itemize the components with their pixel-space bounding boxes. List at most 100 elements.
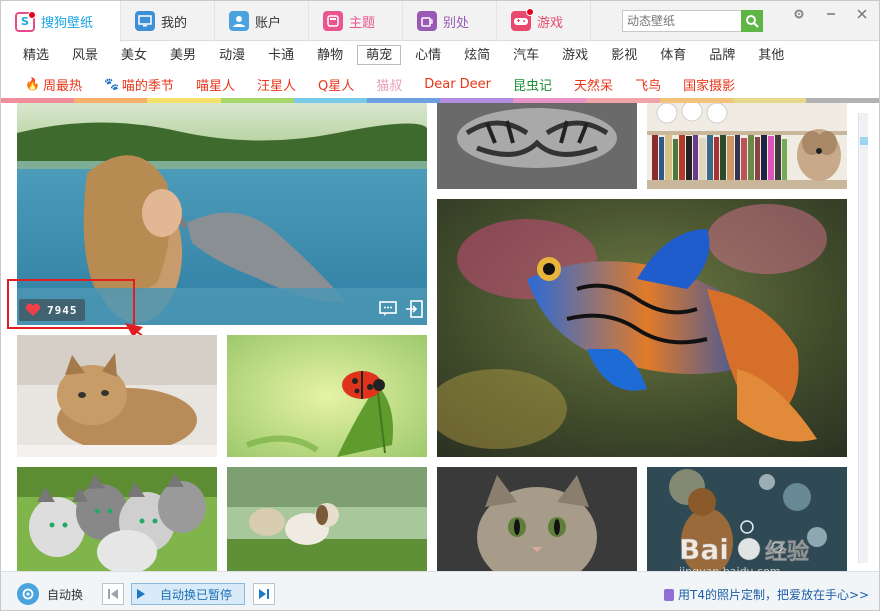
category-item[interactable]: 静物 xyxy=(308,45,352,65)
category-item[interactable]: 美男 xyxy=(161,45,205,65)
theme-icon xyxy=(323,11,343,31)
category-item[interactable]: 炫简 xyxy=(455,45,499,65)
subcategory-item[interactable]: 🔥 周最热 xyxy=(25,75,82,94)
category-item[interactable]: 心情 xyxy=(406,45,450,65)
category-item[interactable]: 其他 xyxy=(749,45,793,65)
wallpaper-ladybug[interactable] xyxy=(227,335,427,457)
subcategory-item[interactable]: 国家摄影 xyxy=(683,75,735,94)
next-button[interactable] xyxy=(253,583,275,605)
tab-label: 我的 xyxy=(161,15,188,31)
tab-sogou-wallpaper[interactable]: S 搜狗壁纸 xyxy=(1,1,121,42)
wallpaper-puppies-grass[interactable] xyxy=(227,467,427,571)
wallpaper-mandarin-fish[interactable] xyxy=(437,199,847,457)
search-icon xyxy=(746,15,759,28)
subcategory-label: 周最热 xyxy=(42,78,82,94)
subcategory-item[interactable]: 飞鸟 xyxy=(635,75,661,94)
category-item[interactable]: 卡通 xyxy=(259,45,303,65)
category-item[interactable]: 品牌 xyxy=(700,45,744,65)
tab-elsewhere[interactable]: 别处 xyxy=(403,1,497,41)
subcategory-label: 喵星人 xyxy=(195,78,235,94)
category-item[interactable]: 体育 xyxy=(651,45,695,65)
monitor-icon xyxy=(135,11,155,31)
subcategory-item[interactable]: 猫叔 xyxy=(376,75,402,94)
shopping-bag-icon xyxy=(664,588,674,601)
category-item[interactable]: 萌宠 xyxy=(357,45,402,65)
subcategory-label: 天然呆 xyxy=(574,78,614,94)
set-wallpaper-icon[interactable] xyxy=(404,299,424,319)
tab-games[interactable]: 游戏 xyxy=(497,1,591,41)
category-item[interactable]: 风景 xyxy=(63,45,107,65)
subcategory-label: 飞鸟 xyxy=(635,78,662,94)
auto-change-status[interactable]: 自动换已暂停 xyxy=(131,583,245,605)
wallpaper-app-window: S 搜狗壁纸 我的 账户 主题 别处 游戏 动态壁纸 精选 风景 美女 美男 动… xyxy=(0,0,880,611)
search-button[interactable] xyxy=(741,10,763,32)
sogou-logo-icon: S xyxy=(15,10,36,32)
subcategory-label: Dear Deer xyxy=(424,76,492,92)
subcategory-item[interactable]: Dear Deer xyxy=(424,77,491,92)
comment-icon[interactable] xyxy=(378,299,398,319)
wallpaper-tabby-kitten[interactable] xyxy=(437,467,637,571)
category-item[interactable]: 动漫 xyxy=(210,45,254,65)
subcategory-label: 猫叔 xyxy=(376,78,403,94)
tab-label: 游戏 xyxy=(537,15,564,31)
tab-label: 搜狗壁纸 xyxy=(41,16,94,31)
tab-label: 别处 xyxy=(443,15,470,31)
tab-theme[interactable]: 主题 xyxy=(309,1,403,41)
status-text: 自动换已暂停 xyxy=(160,587,233,602)
subcategory-item[interactable]: 喵星人 xyxy=(196,75,235,94)
search-box xyxy=(622,10,763,32)
subcategory-label: 国家摄影 xyxy=(683,78,736,94)
category-item[interactable]: 游戏 xyxy=(553,45,597,65)
close-button[interactable] xyxy=(850,3,874,25)
bottom-toolbar: 自动换 自动换已暂停 用T4的照片定制，把爱放在手心>> xyxy=(1,571,879,610)
auto-change-label: 自动换 xyxy=(47,588,84,602)
settings-button[interactable] xyxy=(787,3,811,25)
category-item[interactable]: 精选 xyxy=(14,45,58,65)
wallpaper-kittens-group[interactable] xyxy=(17,467,217,571)
gamepad-icon xyxy=(511,8,534,31)
image-action-icons xyxy=(378,299,424,319)
skip-back-icon xyxy=(108,589,118,599)
subcategory-label: 昆虫记 xyxy=(513,78,553,94)
tab-label: 主题 xyxy=(349,15,376,31)
tab-account[interactable]: 账户 xyxy=(215,1,309,41)
skip-forward-icon xyxy=(259,589,269,599)
subcategory-label: 喵的季节 xyxy=(121,78,174,94)
previous-button[interactable] xyxy=(102,583,124,605)
wallpaper-grid: 7945 xyxy=(1,103,879,571)
refresh-icon xyxy=(22,588,34,600)
paw-icon: 🐾 xyxy=(103,77,119,91)
tab-mine[interactable]: 我的 xyxy=(121,1,215,41)
wallpaper-fluffy-cat[interactable] xyxy=(17,335,217,457)
close-icon xyxy=(857,9,867,19)
subcategory-bar: 🔥 周最热 🐾 喵的季节 喵星人 汪星人 Q星人 猫叔 Dear Deer 昆虫记 天然呆 飞鸟 国家摄… xyxy=(1,70,879,98)
category-item[interactable]: 美女 xyxy=(112,45,156,65)
subcategory-item[interactable]: 🐾 喵的季节 xyxy=(104,75,174,94)
minimize-button[interactable] xyxy=(819,3,843,25)
category-item[interactable]: 影视 xyxy=(602,45,646,65)
subcategory-item[interactable]: Q星人 xyxy=(318,75,354,94)
subcategory-item[interactable]: 天然呆 xyxy=(574,75,613,94)
user-icon xyxy=(229,11,249,31)
wallpaper-dog-bubbles[interactable] xyxy=(647,467,847,571)
scrollbar-thumb[interactable] xyxy=(860,137,868,145)
search-input[interactable] xyxy=(623,11,742,31)
minimize-icon xyxy=(827,13,835,15)
promo-link[interactable]: 用T4的照片定制，把爱放在手心>> xyxy=(664,586,869,603)
wallpaper-tabby-cat-sleeping[interactable] xyxy=(437,103,637,189)
subcategory-item[interactable]: 昆虫记 xyxy=(513,75,552,94)
category-item[interactable]: 汽车 xyxy=(504,45,548,65)
tab-label: 账户 xyxy=(255,15,282,31)
gear-icon xyxy=(794,9,804,19)
promo-text: 用T4的照片定制，把爱放在手心>> xyxy=(678,588,870,602)
vertical-scrollbar[interactable] xyxy=(858,113,868,563)
wallpaper-dog-bookshelf[interactable] xyxy=(647,103,847,189)
category-bar: 精选 风景 美女 美男 动漫 卡通 静物 萌宠 心情 炫简 汽车 游戏 影视 体育 品牌 其他 xyxy=(1,42,879,68)
subcategory-label: Q星人 xyxy=(317,78,355,94)
play-icon xyxy=(132,588,150,600)
annotation-highlight-box xyxy=(7,279,135,329)
fire-icon: 🔥 xyxy=(25,77,40,91)
subcategory-item[interactable]: 汪星人 xyxy=(257,75,296,94)
auto-change-toggle[interactable] xyxy=(17,583,39,605)
subcategory-label: 汪星人 xyxy=(256,78,296,94)
